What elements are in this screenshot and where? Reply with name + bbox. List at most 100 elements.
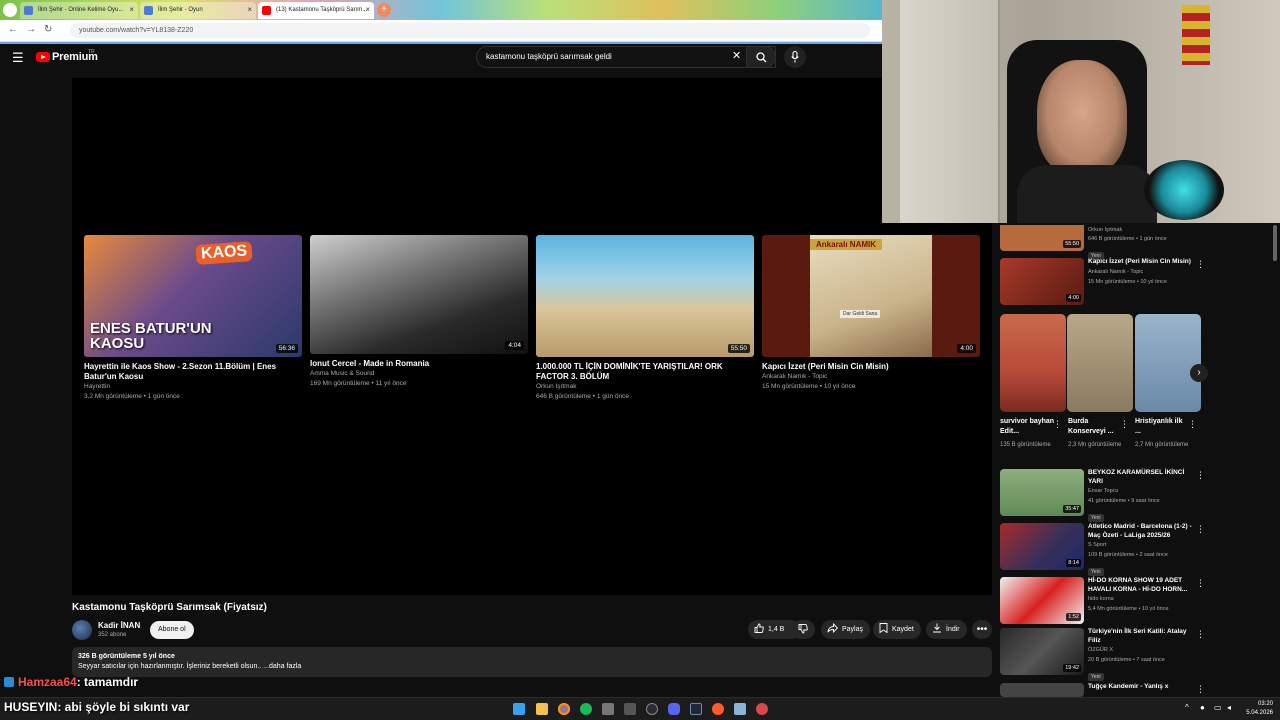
more-vertical-icon[interactable]: ⋮ (1120, 420, 1129, 429)
app-icon[interactable] (756, 703, 768, 715)
channel-name[interactable]: Kadir İNAN (98, 621, 140, 630)
close-icon[interactable]: × (129, 2, 134, 18)
sidebar-thumbnail[interactable]: 1:52 (1000, 577, 1084, 624)
short-title[interactable]: Hristiyanlık ilk ... (1135, 417, 1190, 437)
more-vertical-icon[interactable]: ⋮ (1196, 260, 1205, 269)
volume-icon[interactable]: ◂ (1227, 703, 1231, 712)
spotify-icon[interactable] (580, 703, 592, 715)
short-title[interactable]: Burda Konserveyi ... (1068, 417, 1123, 437)
duration-badge: 55:50 (1063, 240, 1081, 248)
url-field[interactable]: youtube.com/watch?v=YL8138-Z220 (70, 23, 870, 38)
more-vertical-icon[interactable]: ⋮ (1196, 685, 1205, 694)
sidebar-thumbnail[interactable]: 4:00 (1000, 258, 1084, 305)
discord-icon[interactable] (668, 703, 680, 715)
new-tab-button[interactable]: + (377, 3, 391, 17)
description-box[interactable]: 326 B görüntüleme 5 yıl önce Seyyar satı… (72, 647, 992, 677)
close-icon[interactable]: × (365, 2, 370, 18)
microphone-tray-icon[interactable]: ● (1200, 703, 1205, 712)
end-card-thumbnail[interactable]: 4:04 (310, 235, 528, 354)
end-card-2[interactable]: 4:04 Ionut Cercel - Made in Romania Amma… (310, 235, 528, 389)
forward-icon[interactable]: → (26, 24, 36, 35)
sidebar-video[interactable]: 19:42 Türkiye'nin İlk Seri Katili: Atala… (1000, 628, 1210, 681)
close-icon[interactable]: × (247, 2, 252, 18)
clear-search-icon[interactable]: ✕ (732, 49, 741, 62)
sidebar-thumbnail[interactable]: 8:14 (1000, 523, 1084, 570)
obs-icon[interactable] (646, 703, 658, 715)
browser-tab-2[interactable]: İlim Şehir - Oyun × (140, 2, 256, 19)
network-icon[interactable]: ▭ (1214, 703, 1222, 712)
search-input[interactable]: kastamonu taşköprü sarımsak geldi (476, 46, 776, 68)
browser-back-circle[interactable] (3, 3, 17, 17)
more-vertical-icon[interactable]: ⋮ (1053, 420, 1062, 429)
search-button[interactable] (746, 46, 776, 68)
reload-icon[interactable]: ↻ (44, 24, 52, 35)
youtube-logo-icon[interactable] (36, 52, 50, 62)
back-icon[interactable]: ← (8, 24, 18, 35)
download-button[interactable]: İndir (926, 620, 967, 639)
end-card-4[interactable]: Ankaralı NAMIK Dar Geldi Sana 4:00 Kapıc… (762, 235, 980, 392)
channel-avatar[interactable] (72, 620, 92, 640)
end-card-thumbnail[interactable]: 55:50 (536, 235, 754, 357)
bookmark-icon (879, 623, 888, 634)
dislike-button[interactable] (791, 620, 815, 639)
share-button[interactable]: Paylaş (821, 620, 871, 639)
end-card-title[interactable]: Ionut Cercel - Made in Romania (310, 359, 528, 369)
more-vertical-icon[interactable]: ⋮ (1196, 471, 1205, 480)
end-card-title[interactable]: 1.000.000 TL İÇİN DOMİNİK'TE YARIŞTILAR!… (536, 362, 754, 382)
end-card-title[interactable]: Kapıcı İzzet (Peri Misin Cin Misin) (762, 362, 980, 372)
video-player[interactable]: KAOS ENES BATUR'UN KAOSU 56:36 Hayrettin… (72, 78, 992, 595)
end-card-1[interactable]: KAOS ENES BATUR'UN KAOSU 56:36 Hayrettin… (84, 235, 302, 402)
short-title[interactable]: survivor bayhan Edit... (1000, 417, 1055, 437)
steam-icon[interactable] (690, 703, 702, 715)
sidebar-title[interactable]: BEYKOZ KARAMÜRSEL İKİNCİ YARI (1088, 469, 1193, 486)
chat-message: HUSEYIN: abi şöyle bi sıkıntı var (4, 700, 189, 714)
chat-text: : tamamdır (76, 675, 139, 689)
end-card-thumbnail[interactable]: KAOS ENES BATUR'UN KAOSU 56:36 (84, 235, 302, 357)
app-icon[interactable] (624, 703, 636, 715)
sidebar-scrollbar[interactable] (1273, 225, 1277, 261)
short-thumbnail[interactable] (1067, 314, 1133, 412)
file-explorer-icon[interactable] (536, 703, 548, 715)
short-thumbnail[interactable] (1135, 314, 1201, 412)
end-card-title[interactable]: Hayrettin ile Kaos Show - 2.Sezon 11.Böl… (84, 362, 302, 382)
voice-search-button[interactable] (784, 46, 806, 68)
save-button[interactable]: Kaydet (873, 620, 921, 639)
sidebar-title[interactable]: Türkiye'nin İlk Seri Katili: Atalay Fili… (1088, 628, 1193, 645)
subscriber-count: 352 abone (98, 632, 127, 638)
menu-icon[interactable]: ☰ (12, 50, 24, 66)
sidebar-thumbnail[interactable]: 19:42 (1000, 628, 1084, 675)
subscribe-button[interactable]: Abone ol (150, 621, 194, 639)
app-icon[interactable] (734, 703, 746, 715)
sidebar-title[interactable]: Kapıcı İzzet (Peri Misin Cin Misin) (1088, 258, 1193, 267)
sidebar-title[interactable]: Hİ-DO KORNA SHOW 19 ADET HAVALI KORNA - … (1088, 577, 1193, 594)
sidebar-title[interactable]: Tuğçe Kandemir - Yanlış x (1088, 683, 1193, 692)
windows-start-icon[interactable] (513, 703, 525, 715)
more-vertical-icon[interactable]: ⋮ (1188, 420, 1197, 429)
shorts-next-button[interactable]: › (1190, 364, 1208, 382)
more-actions-button[interactable]: ••• (972, 620, 992, 639)
more-vertical-icon[interactable]: ⋮ (1196, 579, 1205, 588)
tray-clock[interactable]: 03:20 5.04.2026 (1241, 700, 1273, 718)
sidebar-video[interactable]: 35:47 BEYKOZ KARAMÜRSEL İKİNCİ YARI Ensa… (1000, 469, 1210, 522)
app-icon[interactable] (602, 703, 614, 715)
short-thumbnail[interactable] (1000, 314, 1066, 412)
sidebar-video[interactable]: Tuğçe Kandemir - Yanlış x ⋮ (1000, 683, 1210, 697)
more-vertical-icon[interactable]: ⋮ (1196, 630, 1205, 639)
browser-icon[interactable] (712, 703, 724, 715)
sidebar-thumbnail[interactable]: 55:50 (1000, 225, 1084, 251)
sidebar-video[interactable]: 8:14 Atletico Madrid - Barcelona (1-2) -… (1000, 523, 1210, 576)
sidebar-title[interactable]: Atletico Madrid - Barcelona (1-2) - Maç … (1088, 523, 1193, 540)
sidebar-video[interactable]: 4:00 Kapıcı İzzet (Peri Misin Cin Misin)… (1000, 258, 1210, 305)
sidebar-thumbnail[interactable] (1000, 683, 1084, 697)
sidebar-video[interactable]: 1:52 Hİ-DO KORNA SHOW 19 ADET HAVALI KOR… (1000, 577, 1210, 624)
sidebar-video[interactable]: 55:50 Orkun Işıtmak 646 B görüntüleme • … (1000, 225, 1210, 260)
sidebar-thumbnail[interactable]: 35:47 (1000, 469, 1084, 516)
tray-chevron-icon[interactable]: ^ (1185, 703, 1189, 712)
more-vertical-icon[interactable]: ⋮ (1196, 525, 1205, 534)
browser-tab-1[interactable]: İlim Şehir - Online Kelime Oyu... × (20, 2, 138, 19)
webcam-shirt (1017, 165, 1157, 223)
chrome-icon[interactable] (558, 703, 570, 715)
end-card-3[interactable]: 55:50 1.000.000 TL İÇİN DOMİNİK'TE YARIŞ… (536, 235, 754, 402)
end-card-thumbnail[interactable]: Ankaralı NAMIK Dar Geldi Sana 4:00 (762, 235, 980, 357)
browser-tab-3-active[interactable]: (13) Kastamonu Taşköprü Sarım... × (258, 2, 374, 19)
